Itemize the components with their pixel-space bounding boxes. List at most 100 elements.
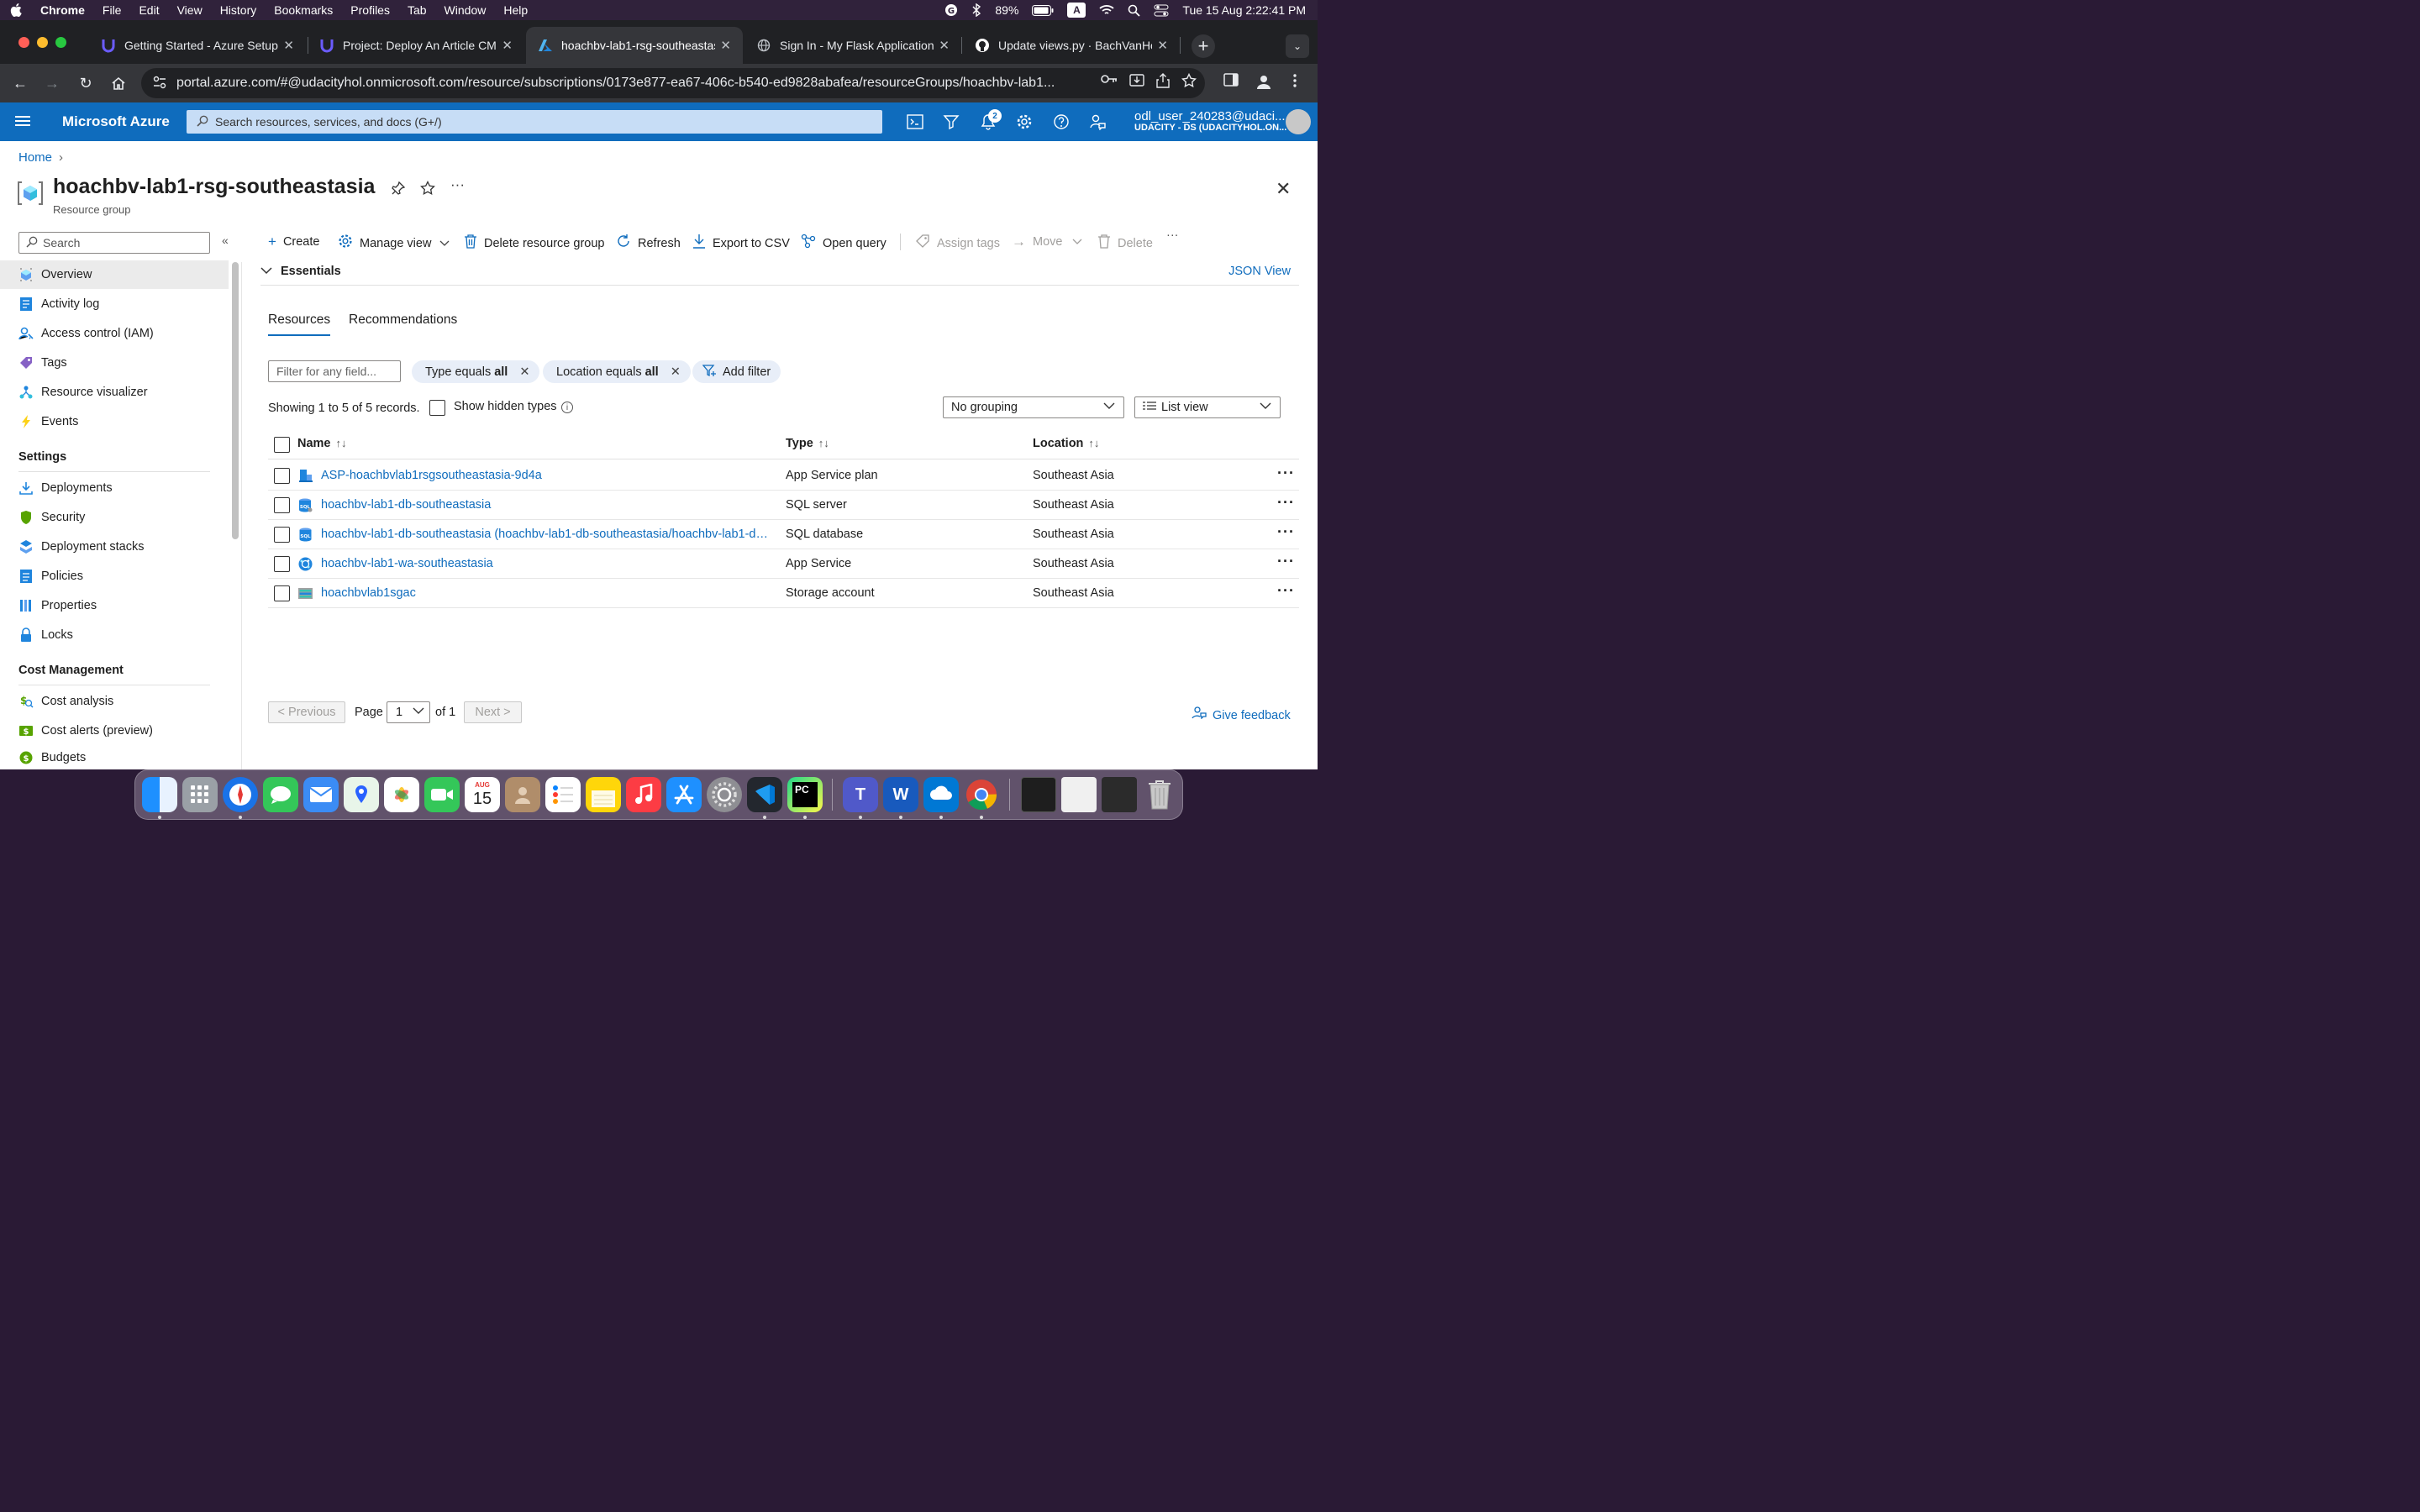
resource-name-link[interactable]: hoachbvlab1sgac bbox=[321, 586, 775, 600]
chevron-down-icon[interactable] bbox=[260, 264, 272, 277]
sidebar-item-policies[interactable]: Policies bbox=[0, 562, 229, 591]
open-query-button[interactable]: Open query bbox=[801, 234, 886, 253]
calendar-icon[interactable]: AUG 15 bbox=[465, 777, 500, 812]
maps-icon[interactable] bbox=[344, 777, 379, 812]
close-tab-icon[interactable]: ✕ bbox=[720, 38, 731, 53]
column-header-location[interactable]: Location ↑↓ bbox=[1033, 437, 1099, 450]
grammarly-icon[interactable]: G bbox=[944, 3, 958, 17]
new-tab-button[interactable]: + bbox=[1192, 34, 1215, 58]
assign-tags-button[interactable]: Assign tags bbox=[915, 234, 1000, 253]
preview-window-icon[interactable] bbox=[1061, 777, 1097, 812]
delete-resource-group-button[interactable]: Delete resource group bbox=[464, 234, 604, 253]
profile-icon[interactable] bbox=[1255, 73, 1272, 94]
app-store-icon[interactable] bbox=[666, 777, 702, 812]
menu-history[interactable]: History bbox=[220, 3, 257, 17]
resource-name-link[interactable]: hoachbv-lab1-db-southeastasia (hoachbv-l… bbox=[321, 528, 775, 541]
manage-view-button[interactable]: Manage view bbox=[338, 234, 450, 253]
wifi-icon[interactable] bbox=[1099, 4, 1115, 16]
vscode-icon[interactable] bbox=[747, 777, 782, 812]
tab-project-deploy[interactable]: Project: Deploy An Article CMS ✕ bbox=[308, 27, 524, 64]
remove-filter-icon[interactable]: ✕ bbox=[519, 365, 529, 379]
forward-icon[interactable]: → bbox=[42, 73, 62, 93]
close-blade-icon[interactable]: ✕ bbox=[1276, 178, 1291, 200]
column-header-name[interactable]: Name ↑↓ bbox=[297, 437, 347, 450]
menu-view[interactable]: View bbox=[177, 3, 203, 17]
chrome-icon[interactable] bbox=[964, 777, 999, 812]
tab-search-button[interactable]: ⌄ bbox=[1286, 34, 1309, 58]
global-search-input[interactable]: Search resources, services, and docs (G+… bbox=[187, 110, 882, 134]
tab-github-views[interactable]: Update views.py · BachVanHoach ✕ bbox=[963, 27, 1180, 64]
row-checkbox[interactable] bbox=[274, 585, 290, 601]
collapse-menu-icon[interactable]: « bbox=[222, 234, 229, 247]
table-row[interactable]: SQL hoachbv-lab1-db-southeastasia (hoach… bbox=[268, 520, 1299, 549]
table-row[interactable]: hoachbv-lab1-wa-southeastasia App Servic… bbox=[268, 549, 1299, 579]
row-checkbox[interactable] bbox=[274, 468, 290, 484]
sidebar-item-deployment-stacks[interactable]: Deployment stacks bbox=[0, 533, 229, 561]
sidebar-item-security[interactable]: Security bbox=[0, 503, 229, 532]
help-icon[interactable] bbox=[1052, 113, 1071, 131]
page-select[interactable]: 1 bbox=[387, 701, 430, 723]
close-tab-icon[interactable]: ✕ bbox=[1157, 38, 1168, 53]
remove-filter-icon[interactable]: ✕ bbox=[671, 365, 681, 379]
finder-icon[interactable] bbox=[142, 777, 177, 812]
pin-icon[interactable] bbox=[391, 181, 406, 200]
sidebar-item-events[interactable]: Events bbox=[0, 407, 229, 436]
sidebar-item-budgets[interactable]: $ Budgets bbox=[0, 746, 229, 769]
sidebar-item-cost-analysis[interactable]: $ Cost analysis bbox=[0, 687, 229, 716]
table-row[interactable]: ASP-hoachbvlab1rsgsoutheastasia-9d4a App… bbox=[268, 461, 1299, 491]
location-filter-pill[interactable]: Location equals all ✕ bbox=[543, 360, 691, 383]
tab-azure-setup[interactable]: Getting Started - Azure Setup ✕ bbox=[89, 27, 306, 64]
avatar[interactable] bbox=[1286, 109, 1311, 134]
row-checkbox[interactable] bbox=[274, 556, 290, 572]
sidebar-item-locks[interactable]: Locks bbox=[0, 621, 229, 649]
more-actions-button[interactable]: ··· bbox=[450, 176, 465, 193]
sidebar-item-cost-alerts[interactable]: $ Cost alerts (preview) bbox=[0, 717, 229, 745]
zoom-window-button[interactable] bbox=[55, 37, 66, 48]
apple-icon[interactable] bbox=[10, 3, 24, 17]
menu-help[interactable]: Help bbox=[503, 3, 528, 17]
type-filter-pill[interactable]: Type equals all ✕ bbox=[412, 360, 540, 383]
table-row[interactable]: hoachbvlab1sgac Storage account Southeas… bbox=[268, 579, 1299, 608]
info-icon[interactable]: i bbox=[561, 402, 573, 413]
row-more-icon[interactable]: ··· bbox=[1277, 553, 1295, 570]
move-button[interactable]: → Move bbox=[1012, 234, 1082, 250]
select-all-checkbox[interactable] bbox=[274, 437, 290, 453]
json-view-link[interactable]: JSON View bbox=[1228, 265, 1291, 278]
messages-icon[interactable] bbox=[263, 777, 298, 812]
row-checkbox[interactable] bbox=[274, 497, 290, 513]
bookmark-star-icon[interactable] bbox=[1181, 72, 1197, 92]
pycharm-icon[interactable]: PC bbox=[787, 777, 823, 812]
previous-page-button[interactable]: < Previous bbox=[268, 701, 345, 723]
menu-tab[interactable]: Tab bbox=[408, 3, 427, 17]
reminders-icon[interactable] bbox=[545, 777, 581, 812]
input-source-icon[interactable]: A bbox=[1067, 3, 1086, 18]
next-page-button[interactable]: Next > bbox=[464, 701, 522, 723]
row-checkbox[interactable] bbox=[274, 527, 290, 543]
tab-resources[interactable]: Resources bbox=[268, 312, 331, 336]
menu-app-chrome[interactable]: Chrome bbox=[40, 3, 85, 17]
bluetooth-icon[interactable] bbox=[971, 3, 981, 17]
essentials-panel[interactable]: Essentials JSON View bbox=[260, 259, 1299, 286]
minimize-window-button[interactable] bbox=[37, 37, 48, 48]
settings-section-title[interactable]: Settings bbox=[18, 450, 66, 464]
music-icon[interactable] bbox=[626, 777, 661, 812]
grouping-select[interactable]: No grouping bbox=[943, 396, 1124, 418]
sidebar-item-properties[interactable]: Properties bbox=[0, 591, 229, 620]
safari-icon[interactable] bbox=[223, 777, 258, 812]
menu-window[interactable]: Window bbox=[445, 3, 487, 17]
sort-icon[interactable]: ↑↓ bbox=[336, 437, 347, 449]
cost-management-section-title[interactable]: Cost Management bbox=[18, 664, 124, 677]
sidebar-item-overview[interactable]: Overview bbox=[0, 260, 229, 289]
sidebar-item-deployments[interactable]: Deployments bbox=[0, 474, 229, 502]
show-hidden-types-checkbox[interactable] bbox=[429, 400, 445, 416]
address-bar[interactable]: portal.azure.com/#@udacityhol.onmicrosof… bbox=[141, 68, 1205, 98]
delete-button[interactable]: Delete bbox=[1097, 234, 1153, 253]
menu-edit[interactable]: Edit bbox=[139, 3, 159, 17]
system-settings-icon[interactable] bbox=[707, 777, 742, 812]
terminal-window-2-icon[interactable] bbox=[1102, 777, 1137, 812]
menu-file[interactable]: File bbox=[103, 3, 122, 17]
sidebar-item-resource-visualizer[interactable]: Resource visualizer bbox=[0, 378, 229, 407]
mail-icon[interactable] bbox=[303, 777, 339, 812]
tab-resource-group[interactable]: hoachbv-lab1-rsg-southeastasia ✕ bbox=[526, 27, 743, 64]
tab-recommendations[interactable]: Recommendations bbox=[349, 312, 457, 328]
